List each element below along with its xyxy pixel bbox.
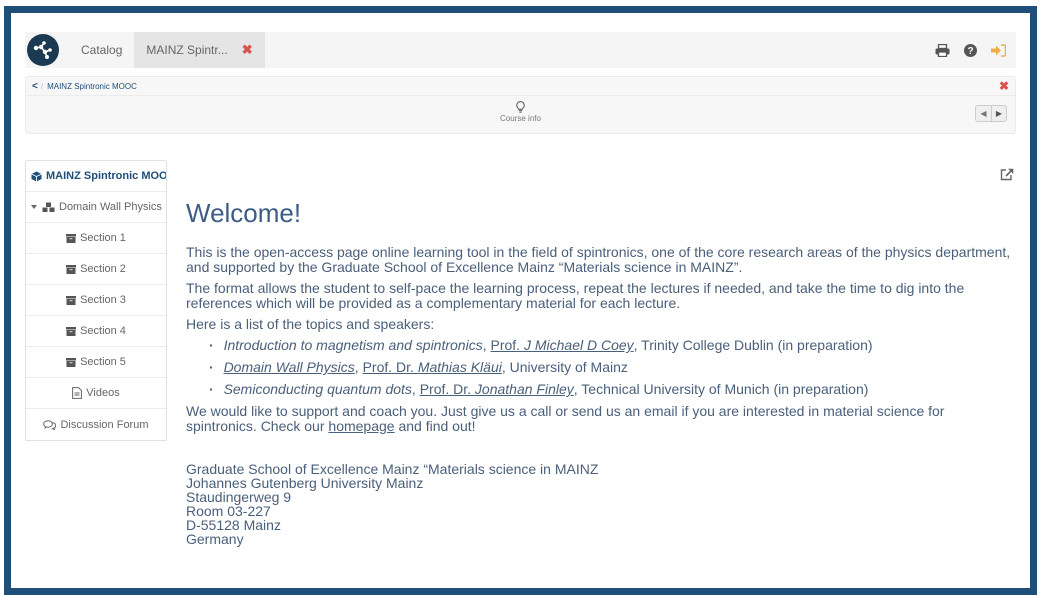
window-frame: Catalog MAINZ Spintr... ✖ ? < / MAINZ Sp… — [4, 6, 1037, 595]
archive-icon — [66, 264, 77, 274]
sidebar-chapter-label: Domain Wall Physics — [59, 201, 162, 213]
address-line: Johannes Gutenberg University Mainz — [186, 475, 424, 491]
sidebar-item-label: Section 4 — [80, 325, 126, 337]
speaker-name: J Michael D Coey — [523, 337, 634, 353]
speaker-link[interactable]: Prof. Dr. Mathias Kläui — [363, 359, 502, 375]
sidebar-item-label: Section 2 — [80, 263, 126, 275]
print-icon[interactable] — [935, 43, 950, 57]
intro-paragraph: This is the open-access page online lear… — [186, 244, 1011, 275]
topic-link[interactable]: Domain Wall Physics — [224, 359, 355, 375]
top-navbar: Catalog MAINZ Spintr... ✖ ? — [25, 32, 1016, 68]
sidebar-item-label: Section 3 — [80, 294, 126, 306]
topic-title: Semiconducting quantum dots — [223, 381, 412, 397]
close-course-icon[interactable]: ✖ — [999, 79, 1009, 93]
sidebar-item-videos[interactable]: Videos — [26, 378, 166, 409]
address-line: Graduate School of Excellence Mainz “Mat… — [186, 461, 599, 477]
sidebar-item-section-2[interactable]: Section 2 — [26, 254, 166, 285]
list-item: Semiconducting quantum dots, Prof. Dr. J… — [209, 382, 1016, 397]
sidebar: MAINZ Spintronic MOOC Domain Wall Physic… — [25, 160, 167, 441]
tab-label: MAINZ Spintr... — [146, 43, 228, 57]
svg-text:?: ? — [967, 46, 973, 57]
cubes-icon — [42, 202, 55, 213]
tab-catalog[interactable]: Catalog — [69, 32, 134, 68]
speaker-link[interactable]: Prof. Dr. Jonathan Finley — [420, 381, 574, 397]
logo-icon[interactable] — [27, 34, 59, 66]
cube-icon — [31, 171, 42, 182]
back-chevron-icon[interactable]: < — [32, 81, 38, 92]
contact-text-end: and find out! — [394, 418, 476, 434]
contact-paragraph: We would like to support and coach you. … — [186, 404, 1016, 434]
breadcrumb-separator: / — [40, 81, 44, 91]
sidebar-item-label: Section 5 — [80, 356, 126, 368]
speaker-name: Mathias Kläui — [417, 359, 502, 375]
speaker-prefix: Prof. Dr. — [419, 381, 475, 397]
breadcrumb-course[interactable]: MAINZ Spintronic MOOC — [47, 82, 137, 91]
external-link-icon[interactable] — [1000, 168, 1014, 186]
course-panel: < / MAINZ Spintronic MOOC ✖ Course info … — [25, 76, 1016, 134]
main-content: Welcome! This is the open-access page on… — [186, 160, 1016, 546]
speaker-affiliation: , Technical University of Munich (in pre… — [573, 381, 869, 397]
next-button[interactable]: ▶ — [991, 106, 1006, 121]
tab-label: Catalog — [81, 43, 123, 57]
close-tab-icon[interactable]: ✖ — [242, 42, 253, 58]
sidebar-item-section-1[interactable]: Section 1 — [26, 223, 166, 254]
tab-course[interactable]: MAINZ Spintr... ✖ — [134, 32, 265, 68]
top-actions: ? — [935, 43, 1006, 57]
list-item: Domain Wall Physics, Prof. Dr. Mathias K… — [209, 360, 1016, 375]
homepage-link[interactable]: homepage — [328, 418, 394, 434]
course-info-label: Course info — [500, 114, 541, 123]
caret-down-icon — [30, 203, 38, 211]
unit-nav: ◀ ▶ — [975, 105, 1007, 122]
speaker-affiliation: , Trinity College Dublin (in preparation… — [633, 337, 873, 353]
archive-icon — [66, 326, 77, 336]
sidebar-item-section-3[interactable]: Section 3 — [26, 285, 166, 316]
separator: , — [354, 359, 363, 375]
speaker-prefix: Prof. Dr. — [362, 359, 418, 375]
sidebar-item-section-5[interactable]: Section 5 — [26, 347, 166, 378]
page-title: Welcome! — [186, 198, 302, 228]
topics-list: Introduction to magnetism and spintronic… — [209, 338, 1016, 397]
sidebar-item-section-4[interactable]: Section 4 — [26, 316, 166, 347]
address-block: Graduate School of Excellence Mainz “Mat… — [186, 462, 1016, 546]
archive-icon — [66, 357, 77, 367]
help-icon[interactable]: ? — [964, 43, 977, 57]
prev-button[interactable]: ◀ — [976, 106, 991, 121]
comments-icon — [43, 419, 57, 430]
list-item: Introduction to magnetism and spintronic… — [209, 338, 1016, 353]
speaker-affiliation: , University of Mainz — [501, 359, 628, 375]
lightbulb-icon — [516, 101, 525, 113]
sidebar-item-label: Section 1 — [80, 232, 126, 244]
sign-out-icon[interactable] — [991, 43, 1006, 57]
address-line: Germany — [186, 531, 244, 547]
separator: , — [411, 381, 420, 397]
address-line: Room 03-227 — [186, 503, 271, 519]
breadcrumb: < / MAINZ Spintronic MOOC ✖ — [26, 77, 1015, 96]
app: Catalog MAINZ Spintr... ✖ ? < / MAINZ Sp… — [25, 32, 1016, 588]
contact-text: We would like to support and coach you. … — [186, 403, 945, 434]
topic-title: Introduction to magnetism and spintronic… — [223, 337, 483, 353]
sidebar-item-discussion-forum[interactable]: Discussion Forum — [26, 409, 166, 440]
speaker-prefix: Prof. — [490, 337, 524, 353]
speaker-name: Jonathan Finley — [474, 381, 574, 397]
archive-icon — [66, 233, 77, 243]
sidebar-item-label: Discussion Forum — [60, 418, 149, 431]
sidebar-chapter-domain-wall[interactable]: Domain Wall Physics — [26, 192, 166, 223]
address-line: Staudingerweg 9 — [186, 489, 292, 505]
archive-icon — [66, 295, 77, 305]
sidebar-item-label: Videos — [86, 387, 120, 399]
sidebar-course-title[interactable]: MAINZ Spintronic MOOC — [26, 161, 166, 192]
topics-intro: Here is a list of the topics and speaker… — [186, 316, 435, 332]
sidebar-course-label: MAINZ Spintronic MOOC — [46, 170, 167, 182]
file-text-icon — [72, 387, 83, 399]
format-paragraph: The format allows the student to self-pa… — [186, 280, 965, 311]
address-line: D-55128 Mainz — [186, 517, 281, 533]
topic-title: Domain Wall Physics — [223, 359, 355, 375]
speaker-link[interactable]: Prof. J Michael D Coey — [490, 337, 633, 353]
course-info-button[interactable]: Course info — [26, 101, 1015, 123]
